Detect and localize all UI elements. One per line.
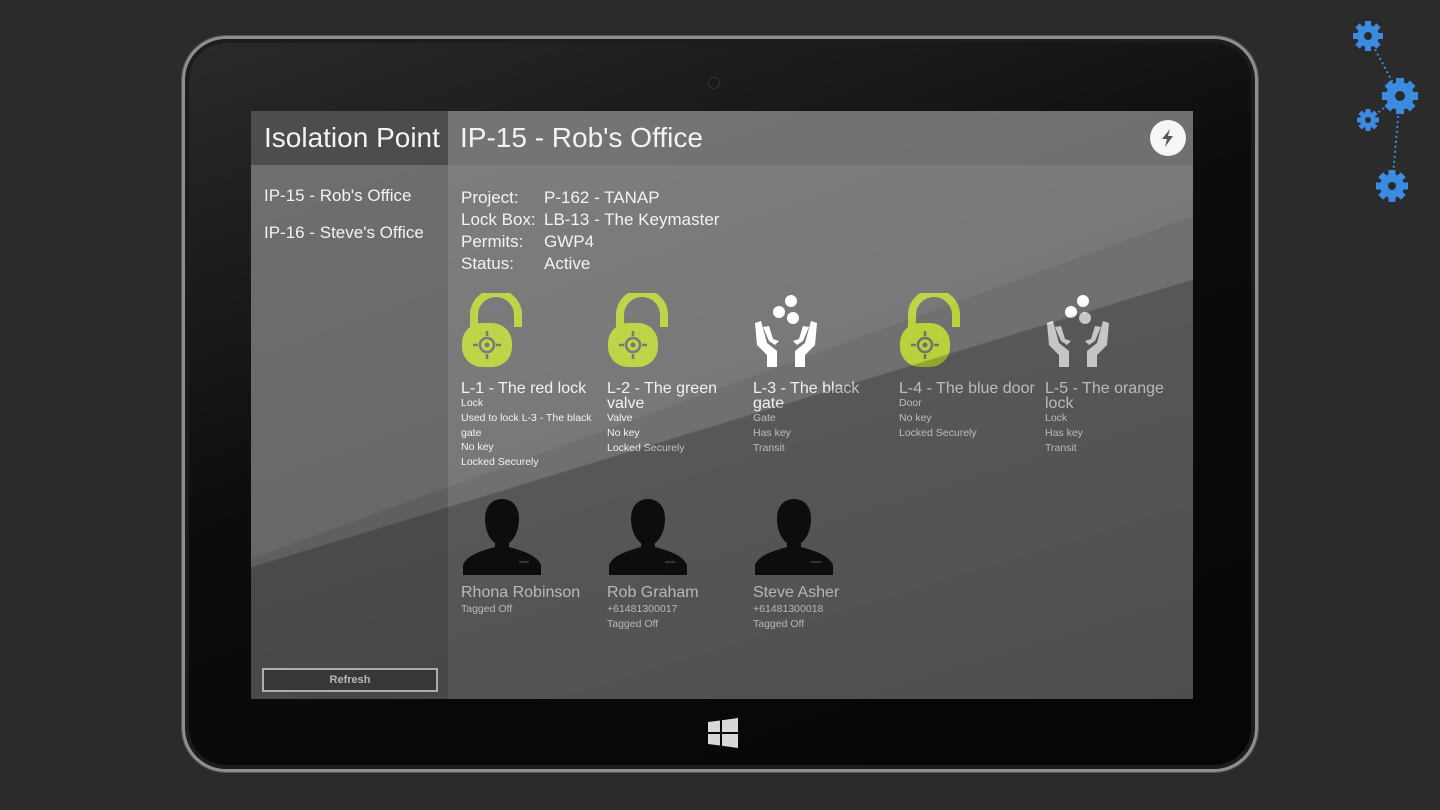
lock-detail: Gate [753, 412, 776, 424]
person-detail: Tagged Off [607, 617, 659, 630]
detail-row-permits: Permits: GWP4 [461, 231, 719, 253]
lock-detail: Locked Securely [461, 456, 539, 469]
detail-row-status: Status: Active [461, 253, 719, 275]
detail-value: LB-13 - The Keymaster [544, 210, 720, 229]
sidebar-item-ip-16[interactable]: IP-16 - Steve's Office [264, 222, 424, 259]
action-button[interactable] [1150, 120, 1186, 156]
person-name: Steve Asher [753, 584, 840, 601]
lock-card-l-5[interactable]: L-5 - The orange lock Lock Has key Trans… [1045, 293, 1185, 455]
lock-detail: Transit [1045, 441, 1077, 454]
lock-detail: Locked Securely [899, 426, 977, 439]
detail-value: P-162 - TANAP [544, 188, 660, 207]
lock-card-l-1[interactable]: L-1 - The red lock Lock Used to lock L-3… [461, 289, 601, 470]
detail-label: Status: [461, 254, 514, 273]
lock-detail: Has key [753, 426, 791, 439]
padlock-icon [608, 289, 668, 367]
lock-card-l-2[interactable]: L-2 - The green valve Valve No key Locke… [607, 289, 747, 455]
lock-card-l-3[interactable]: L-3 - The black gate Gate Has key Transi… [753, 293, 893, 455]
lock-detail: Used to lock L-3 - The black gate [461, 411, 592, 439]
lock-detail: Valve [607, 412, 633, 424]
lock-title: L-2 - The green valve [607, 380, 717, 412]
hands-keys-icon [1047, 295, 1109, 367]
person-name: Rob Graham [607, 584, 699, 601]
lock-title: L-4 - The blue door [899, 380, 1035, 397]
app-screen: Isolation Point IP-15 - Rob's Office IP-… [251, 111, 1193, 699]
tablet-frame: Isolation Point IP-15 - Rob's Office IP-… [182, 36, 1258, 772]
person-card-rhona-robinson[interactable]: Rhona Robinson Tagged Off [461, 499, 601, 617]
person-card-steve-asher[interactable]: Steve Asher +61481300018 Tagged Off [753, 499, 893, 632]
detail-row-lock-box: Lock Box: LB-13 - The Keymaster [461, 209, 719, 231]
person-detail: Tagged Off [461, 603, 513, 615]
detail-label: Project: [461, 188, 519, 207]
sidebar-list: IP-15 - Rob's Office IP-16 - Steve's Off… [264, 185, 424, 259]
person-detail: +61481300018 [753, 603, 824, 615]
lock-detail: Locked Securely [607, 441, 685, 454]
lock-title: L-5 - The orange lock [1045, 380, 1164, 412]
person-detail: +61481300017 [607, 603, 678, 615]
detail-value: Active [544, 254, 591, 273]
detail-label: Permits: [461, 232, 524, 251]
lock-detail: Lock [461, 397, 484, 409]
lock-detail: Door [899, 397, 922, 409]
detail-value: GWP4 [544, 232, 595, 251]
main-panel: IP-15 - Rob's Office Project: P-162 - TA… [448, 111, 1193, 699]
lock-detail: Has key [1045, 426, 1083, 439]
sensor-icon [731, 80, 736, 85]
lightning-icon [1162, 129, 1173, 147]
details-list: Project: P-162 - TANAP Lock Box: LB-13 -… [461, 187, 719, 275]
lock-title: L-3 - The black gate [753, 380, 860, 412]
gear-network-icon [1353, 21, 1418, 202]
lock-detail: Transit [753, 441, 785, 454]
hands-keys-icon [755, 295, 817, 367]
page-title: IP-15 - Rob's Office [448, 111, 1193, 165]
lock-card-l-4[interactable]: L-4 - The blue door Door No key Locked S… [899, 289, 1039, 440]
windows-logo-icon[interactable] [707, 717, 739, 749]
person-silhouette-icon [755, 499, 833, 575]
lock-title: L-1 - The red lock [461, 380, 587, 397]
person-silhouette-icon [463, 499, 541, 575]
lock-detail: No key [607, 426, 640, 439]
sidebar: Isolation Point IP-15 - Rob's Office IP-… [251, 111, 448, 699]
person-name: Rhona Robinson [461, 584, 581, 601]
person-card-rob-graham[interactable]: Rob Graham +61481300017 Tagged Off [607, 499, 747, 632]
refresh-button[interactable]: Refresh [262, 668, 438, 692]
camera-icon [708, 77, 720, 89]
padlock-icon [462, 289, 522, 367]
padlock-icon [900, 289, 960, 367]
sidebar-title: Isolation Point [251, 111, 448, 165]
detail-row-project: Project: P-162 - TANAP [461, 187, 719, 209]
sidebar-item-ip-15[interactable]: IP-15 - Rob's Office [264, 185, 424, 222]
lock-detail: No key [899, 411, 932, 424]
person-silhouette-icon [609, 499, 687, 575]
detail-label: Lock Box: [461, 210, 536, 229]
lock-detail: No key [461, 441, 494, 454]
person-detail: Tagged Off [753, 617, 805, 630]
lock-detail: Lock [1045, 412, 1068, 424]
